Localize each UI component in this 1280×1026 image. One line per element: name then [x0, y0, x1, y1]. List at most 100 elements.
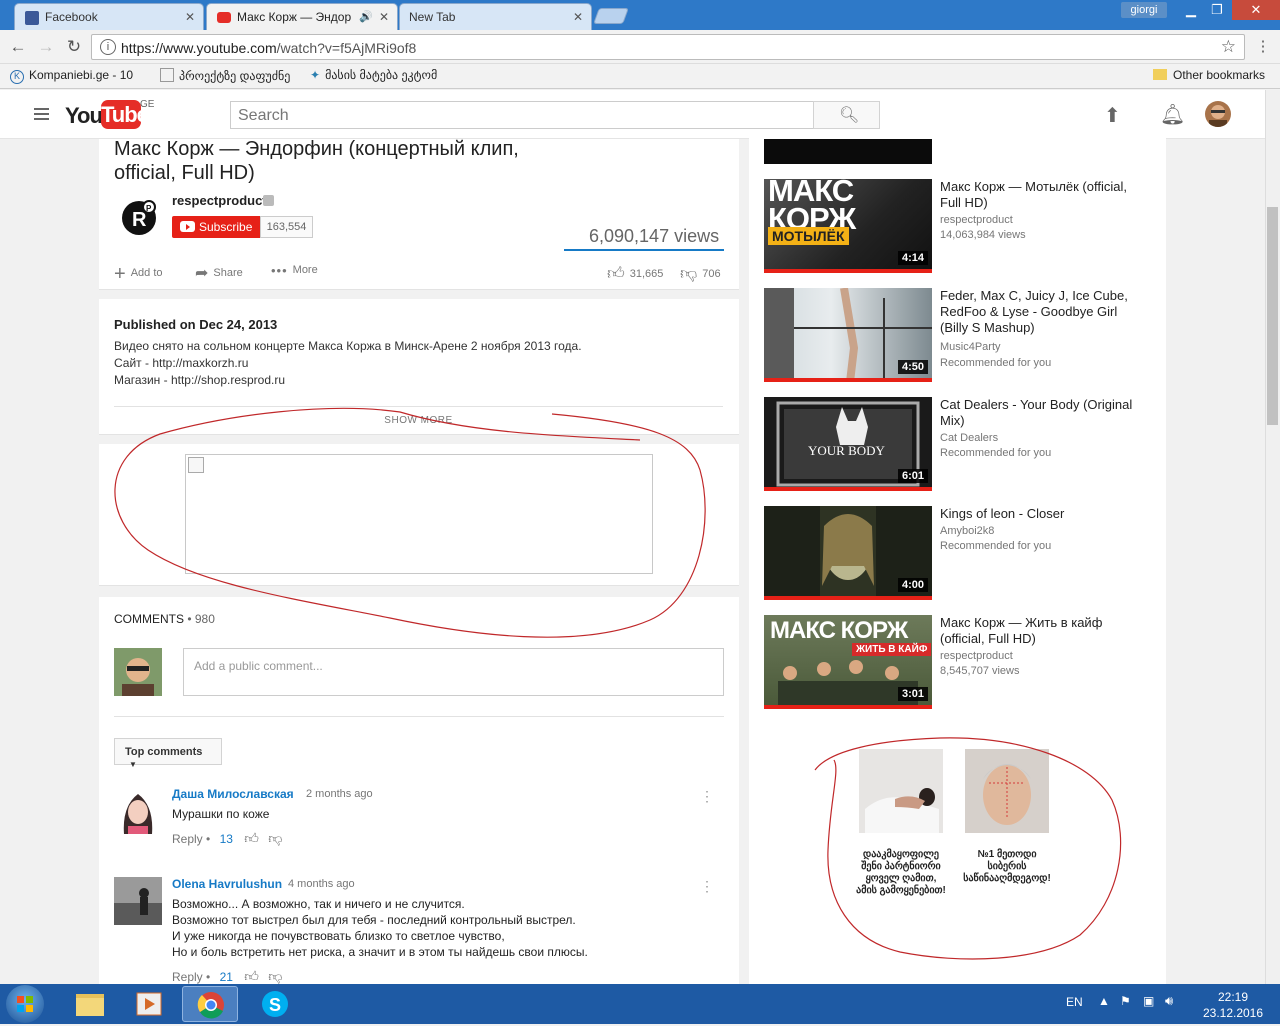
comment-text: Возможно... А возможно, так и ничего и н…: [172, 897, 588, 959]
subscribe-button[interactable]: Subscribe: [172, 216, 260, 238]
media-player-icon[interactable]: [121, 986, 177, 1022]
subscriber-count: 163,554: [260, 216, 313, 238]
broken-ad-image[interactable]: [185, 454, 653, 574]
comment-time[interactable]: 4 months ago: [288, 878, 355, 890]
back-arrow-icon[interactable]: ←: [7, 36, 29, 58]
scrollbar-thumb[interactable]: [1267, 207, 1278, 425]
video-duration: 6:01: [897, 469, 928, 483]
related-video-thumbnail[interactable]: 4:50: [764, 288, 932, 382]
account-avatar[interactable]: [1205, 101, 1231, 127]
like-button[interactable]: 👍︎ 31,665: [607, 263, 663, 284]
share-arrow-icon: ➦: [195, 265, 209, 282]
search-input[interactable]: Search: [230, 101, 814, 129]
related-video-meta: Recommended for you: [940, 357, 1052, 369]
related-video-channel[interactable]: Cat Dealers: [940, 432, 998, 444]
comment-menu-icon[interactable]: ⋮: [700, 878, 714, 895]
bookmark-mass-gain[interactable]: ✦ მასის მატება ეკტომ: [310, 68, 437, 82]
comment-author[interactable]: Olena Havrulushun: [172, 877, 282, 891]
bookmark-kompaniebi[interactable]: K Kompaniebi.ge - 10: [10, 68, 133, 84]
comment-time[interactable]: 2 months ago: [306, 788, 373, 800]
network-icon[interactable]: ▣: [1143, 994, 1154, 1008]
search-button[interactable]: 🔍︎: [813, 101, 880, 129]
upload-icon[interactable]: ⬆: [1104, 103, 1121, 128]
comment-menu-icon[interactable]: ⋮: [700, 788, 714, 805]
related-video-title[interactable]: Cat Dealers - Your Body (Original Mix): [940, 397, 1140, 429]
input-language[interactable]: EN: [1066, 995, 1083, 1009]
related-video-channel[interactable]: respectproduct: [940, 650, 1013, 662]
other-bookmarks[interactable]: Other bookmarks: [1153, 68, 1265, 82]
commenter-avatar[interactable]: [114, 877, 162, 925]
chrome-menu-icon[interactable]: ⋮: [1252, 36, 1274, 58]
tab-new-tab[interactable]: New Tab ✕: [399, 3, 592, 30]
restore-icon[interactable]: ❐: [1203, 0, 1231, 20]
comment-text: Мурашки по коже: [172, 807, 270, 821]
related-video-thumbnail[interactable]: 4:00: [764, 506, 932, 600]
bookmark-star-icon[interactable]: ☆: [1221, 37, 1236, 57]
close-tab-icon[interactable]: ✕: [185, 10, 195, 24]
channel-logo[interactable]: RP: [120, 199, 158, 237]
url-text[interactable]: https://www.youtube.com/watch?v=f5AjMRi9…: [121, 40, 416, 56]
related-video-thumbnail[interactable]: МАКС КОРЖ ЖИТЬ В КАЙФ 3:01: [764, 615, 932, 709]
related-video-channel[interactable]: Music4Party: [940, 341, 1001, 353]
add-to-button[interactable]: + Add to: [114, 263, 163, 286]
tab-youtube-video[interactable]: Макс Корж — Эндор 🔊 ✕: [206, 3, 398, 30]
thumbs-up-icon[interactable]: 👍︎: [244, 968, 259, 984]
bookmark-project[interactable]: პროექტზე დაფუძნე: [160, 68, 290, 83]
action-center-flag-icon[interactable]: ⚑: [1120, 994, 1131, 1008]
youtube-logo[interactable]: You Tube GE: [65, 99, 165, 131]
volume-icon[interactable]: 🔊︎: [1165, 993, 1173, 1009]
more-actions-button[interactable]: ••• More: [271, 263, 318, 278]
new-tab-button[interactable]: [593, 8, 629, 24]
guide-menu-icon[interactable]: [34, 108, 49, 120]
dislike-button[interactable]: 👎︎ 706: [680, 263, 721, 284]
related-video-title[interactable]: Макс Корж — Жить в кайф (official, Full …: [940, 615, 1140, 647]
commenter-avatar[interactable]: [114, 786, 162, 834]
related-video-title[interactable]: Макс Корж — Мотылёк (official, Full HD): [940, 179, 1140, 211]
profile-chip[interactable]: giorgi: [1121, 2, 1167, 18]
reply-button[interactable]: Reply: [172, 832, 203, 846]
forward-arrow-icon[interactable]: →: [35, 36, 57, 58]
ad-image[interactable]: [965, 749, 1049, 833]
related-video-title[interactable]: Feder, Max C, Juicy J, Ice Cube, RedFoo …: [940, 288, 1140, 336]
related-video-title[interactable]: Kings of leon - Closer: [940, 506, 1140, 522]
thumbs-down-icon[interactable]: 👎︎: [268, 968, 282, 984]
skype-icon[interactable]: S: [247, 986, 303, 1022]
tray-expand-icon[interactable]: ▲: [1098, 994, 1110, 1008]
partial-video-thumbnail[interactable]: [764, 139, 932, 164]
channel-name[interactable]: respectproduct: [172, 193, 267, 208]
audio-playing-icon[interactable]: 🔊: [359, 10, 373, 23]
related-video-thumbnail[interactable]: МАКС КОРЖ МОТЫЛЁК 4:14: [764, 179, 932, 273]
comment-author[interactable]: Даша Милославская: [172, 787, 294, 801]
address-bar[interactable]: i https://www.youtube.com/watch?v=f5AjMR…: [91, 34, 1245, 60]
thumbs-down-icon[interactable]: 👎︎: [268, 830, 282, 846]
ad-caption[interactable]: №1 მეთოდი სიბერის საწინააღმდეგოდ!: [961, 849, 1053, 885]
related-video-channel[interactable]: Amyboi2k8: [940, 525, 994, 537]
video-duration: 4:50: [897, 360, 928, 374]
tab-facebook[interactable]: Facebook ✕: [14, 3, 204, 30]
ad-caption[interactable]: დააკმაყოფილე შენი პარტნიორი ყოველ ღამით,…: [855, 849, 947, 897]
system-clock[interactable]: 22:19 23.12.2016: [1198, 989, 1268, 1021]
related-video-thumbnail[interactable]: YOUR BODY 6:01: [764, 397, 932, 491]
search-icon: 🔍︎: [839, 107, 860, 124]
minimize-icon[interactable]: ▁: [1177, 0, 1205, 20]
thumbs-up-icon: 👍︎: [607, 264, 625, 283]
start-button[interactable]: [6, 985, 44, 1023]
reply-button[interactable]: Reply: [172, 970, 203, 984]
comment-input[interactable]: Add a public comment...: [183, 648, 724, 696]
sort-comments-dropdown[interactable]: Top comments ▼: [114, 738, 222, 769]
related-video-meta: Recommended for you: [940, 540, 1052, 552]
close-tab-icon[interactable]: ✕: [573, 10, 583, 24]
close-window-icon[interactable]: ✕: [1232, 0, 1280, 20]
share-button[interactable]: ➦ Share: [195, 263, 243, 283]
file-explorer-icon[interactable]: [62, 986, 118, 1022]
chrome-taskbar-icon[interactable]: [182, 986, 238, 1022]
notifications-bell-icon[interactable]: 🔔︎: [1160, 102, 1185, 127]
tab-label: New Tab: [409, 10, 456, 24]
ad-image[interactable]: [859, 749, 943, 833]
close-tab-icon[interactable]: ✕: [379, 10, 389, 24]
show-more-button[interactable]: SHOW MORE: [114, 406, 723, 426]
thumbs-up-icon[interactable]: 👍︎: [244, 830, 259, 846]
page-info-icon[interactable]: i: [100, 39, 116, 55]
reload-icon[interactable]: ↻: [63, 36, 85, 58]
related-video-channel[interactable]: respectproduct: [940, 214, 1013, 226]
